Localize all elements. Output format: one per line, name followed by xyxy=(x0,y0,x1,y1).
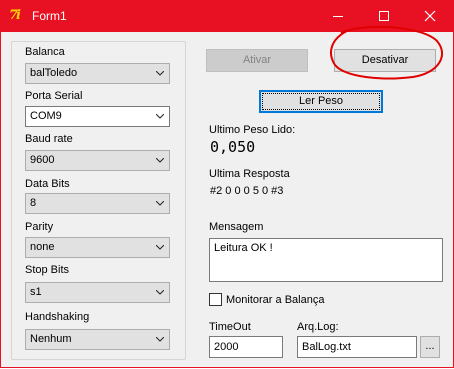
form1-window: 7i Form1 Balanca balToledo Porta Serial … xyxy=(0,0,454,368)
window-title: Form1 xyxy=(32,9,67,23)
timeout-label: TimeOut xyxy=(209,321,251,333)
monitorar-label[interactable]: Monitorar a Balança xyxy=(226,294,324,306)
balanca-dropdown[interactable]: balToledo xyxy=(25,63,170,84)
mensagem-value: Leitura OK ! xyxy=(214,242,273,254)
chevron-down-icon xyxy=(156,71,164,76)
handshaking-dropdown[interactable]: Nenhum xyxy=(25,329,170,350)
data-bits-label: Data Bits xyxy=(25,178,70,190)
parity-value: none xyxy=(30,241,55,253)
porta-serial-dropdown[interactable]: COM9 xyxy=(25,106,170,127)
chevron-down-icon xyxy=(156,245,164,250)
arqlog-label: Arq.Log: xyxy=(297,321,339,333)
minimize-button[interactable] xyxy=(315,1,361,32)
ultimo-peso-value: 0,050 xyxy=(210,138,256,156)
baud-rate-label: Baud rate xyxy=(25,133,73,145)
chevron-down-icon xyxy=(156,290,164,295)
chevron-down-icon xyxy=(156,337,164,342)
porta-serial-label: Porta Serial xyxy=(25,90,83,102)
baud-rate-value: 9600 xyxy=(30,154,55,166)
baud-rate-dropdown[interactable]: 9600 xyxy=(25,150,170,171)
desativar-button[interactable]: Desativar xyxy=(334,49,436,72)
chevron-down-icon xyxy=(156,158,164,163)
arqlog-input[interactable]: BalLog.txt xyxy=(297,336,417,358)
ultimo-peso-label: Ultimo Peso Lido: xyxy=(209,124,296,136)
mensagem-textbox[interactable]: Leitura OK ! xyxy=(209,238,443,282)
stop-bits-value: s1 xyxy=(30,286,42,298)
monitorar-checkbox[interactable] xyxy=(209,293,222,306)
chevron-down-icon xyxy=(156,201,164,206)
close-icon xyxy=(424,10,436,22)
balanca-value: balToledo xyxy=(30,67,78,79)
browse-button[interactable]: ... xyxy=(420,336,440,358)
maximize-button[interactable] xyxy=(361,1,407,32)
focus-rect xyxy=(262,93,380,110)
arqlog-value: BalLog.txt xyxy=(302,341,351,353)
form-client-area: Balanca balToledo Porta Serial COM9 Baud… xyxy=(1,32,453,367)
balanca-label: Balanca xyxy=(25,46,65,58)
handshaking-label: Handshaking xyxy=(25,311,90,323)
app-icon: 7i xyxy=(9,8,21,23)
close-button[interactable] xyxy=(407,1,453,32)
data-bits-dropdown[interactable]: 8 xyxy=(25,193,170,214)
maximize-icon xyxy=(379,11,389,21)
timeout-input[interactable]: 2000 xyxy=(209,336,283,358)
ler-peso-button[interactable]: Ler Peso xyxy=(259,90,383,113)
data-bits-value: 8 xyxy=(30,197,37,209)
title-bar: 7i Form1 xyxy=(1,1,453,32)
parity-label: Parity xyxy=(25,221,54,233)
parity-dropdown[interactable]: none xyxy=(25,237,170,258)
ultima-resposta-value: #2 0 0 0 5 0 #3 xyxy=(210,185,284,197)
ativar-button[interactable]: Ativar xyxy=(206,49,308,72)
handshaking-value: Nenhum xyxy=(30,333,72,345)
minimize-icon xyxy=(333,16,343,17)
mensagem-label: Mensagem xyxy=(209,221,264,233)
porta-serial-value: COM9 xyxy=(30,110,62,122)
stop-bits-dropdown[interactable]: s1 xyxy=(25,282,170,303)
ultima-resposta-label: Ultima Resposta xyxy=(209,168,290,180)
timeout-value: 2000 xyxy=(214,341,239,353)
chevron-down-icon xyxy=(156,114,164,119)
stop-bits-label: Stop Bits xyxy=(25,264,70,276)
